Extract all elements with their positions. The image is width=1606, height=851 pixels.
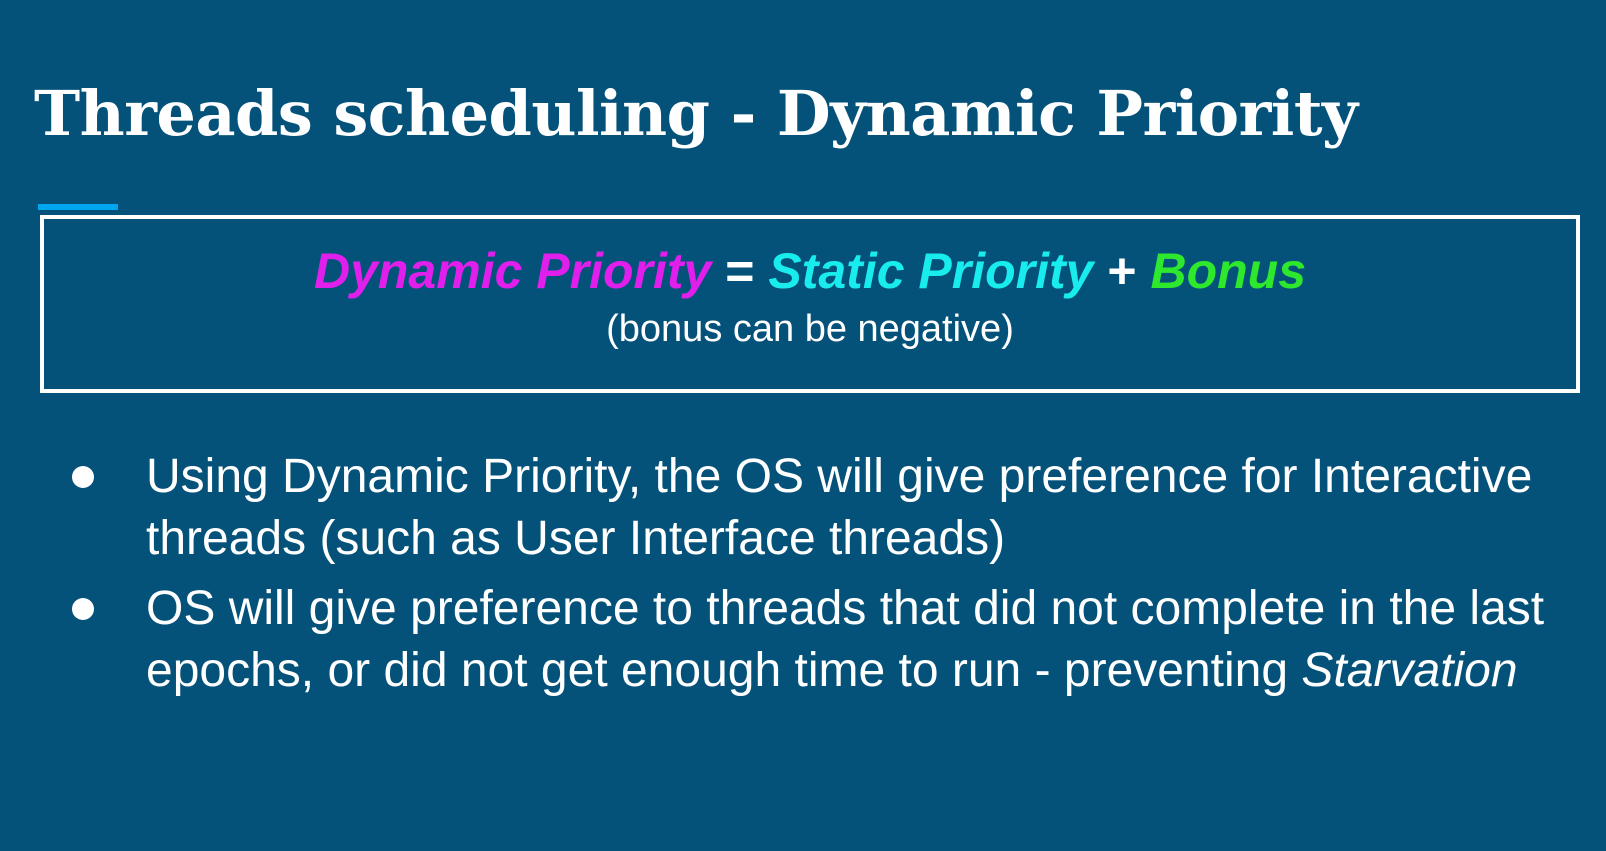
bullet-item: Using Dynamic Priority, the OS will give… xyxy=(60,446,1590,570)
formula: Dynamic Priority = Static Priority + Bon… xyxy=(44,241,1576,301)
formula-static-priority: Static Priority xyxy=(768,243,1094,299)
bullet-text: Using Dynamic Priority, the OS will give… xyxy=(146,450,1533,565)
formula-box: Dynamic Priority = Static Priority + Bon… xyxy=(40,215,1580,393)
formula-bonus: Bonus xyxy=(1150,243,1307,299)
bullet-list: Using Dynamic Priority, the OS will give… xyxy=(60,446,1590,710)
formula-note: (bonus can be negative) xyxy=(606,308,1014,350)
bullet-dot-icon xyxy=(72,598,94,620)
bullet-emphasis: Starvation xyxy=(1301,644,1518,697)
formula-equals: = xyxy=(725,243,755,299)
title-underline xyxy=(38,204,118,210)
bullet-dot-icon xyxy=(72,466,94,488)
formula-plus: + xyxy=(1107,243,1137,299)
slide-title: Threads scheduling - Dynamic Priority xyxy=(34,77,1358,150)
formula-dynamic-priority: Dynamic Priority xyxy=(313,243,712,299)
bullet-item: OS will give preference to threads that … xyxy=(60,578,1590,702)
slide: Threads scheduling - Dynamic Priority Dy… xyxy=(0,0,1606,851)
